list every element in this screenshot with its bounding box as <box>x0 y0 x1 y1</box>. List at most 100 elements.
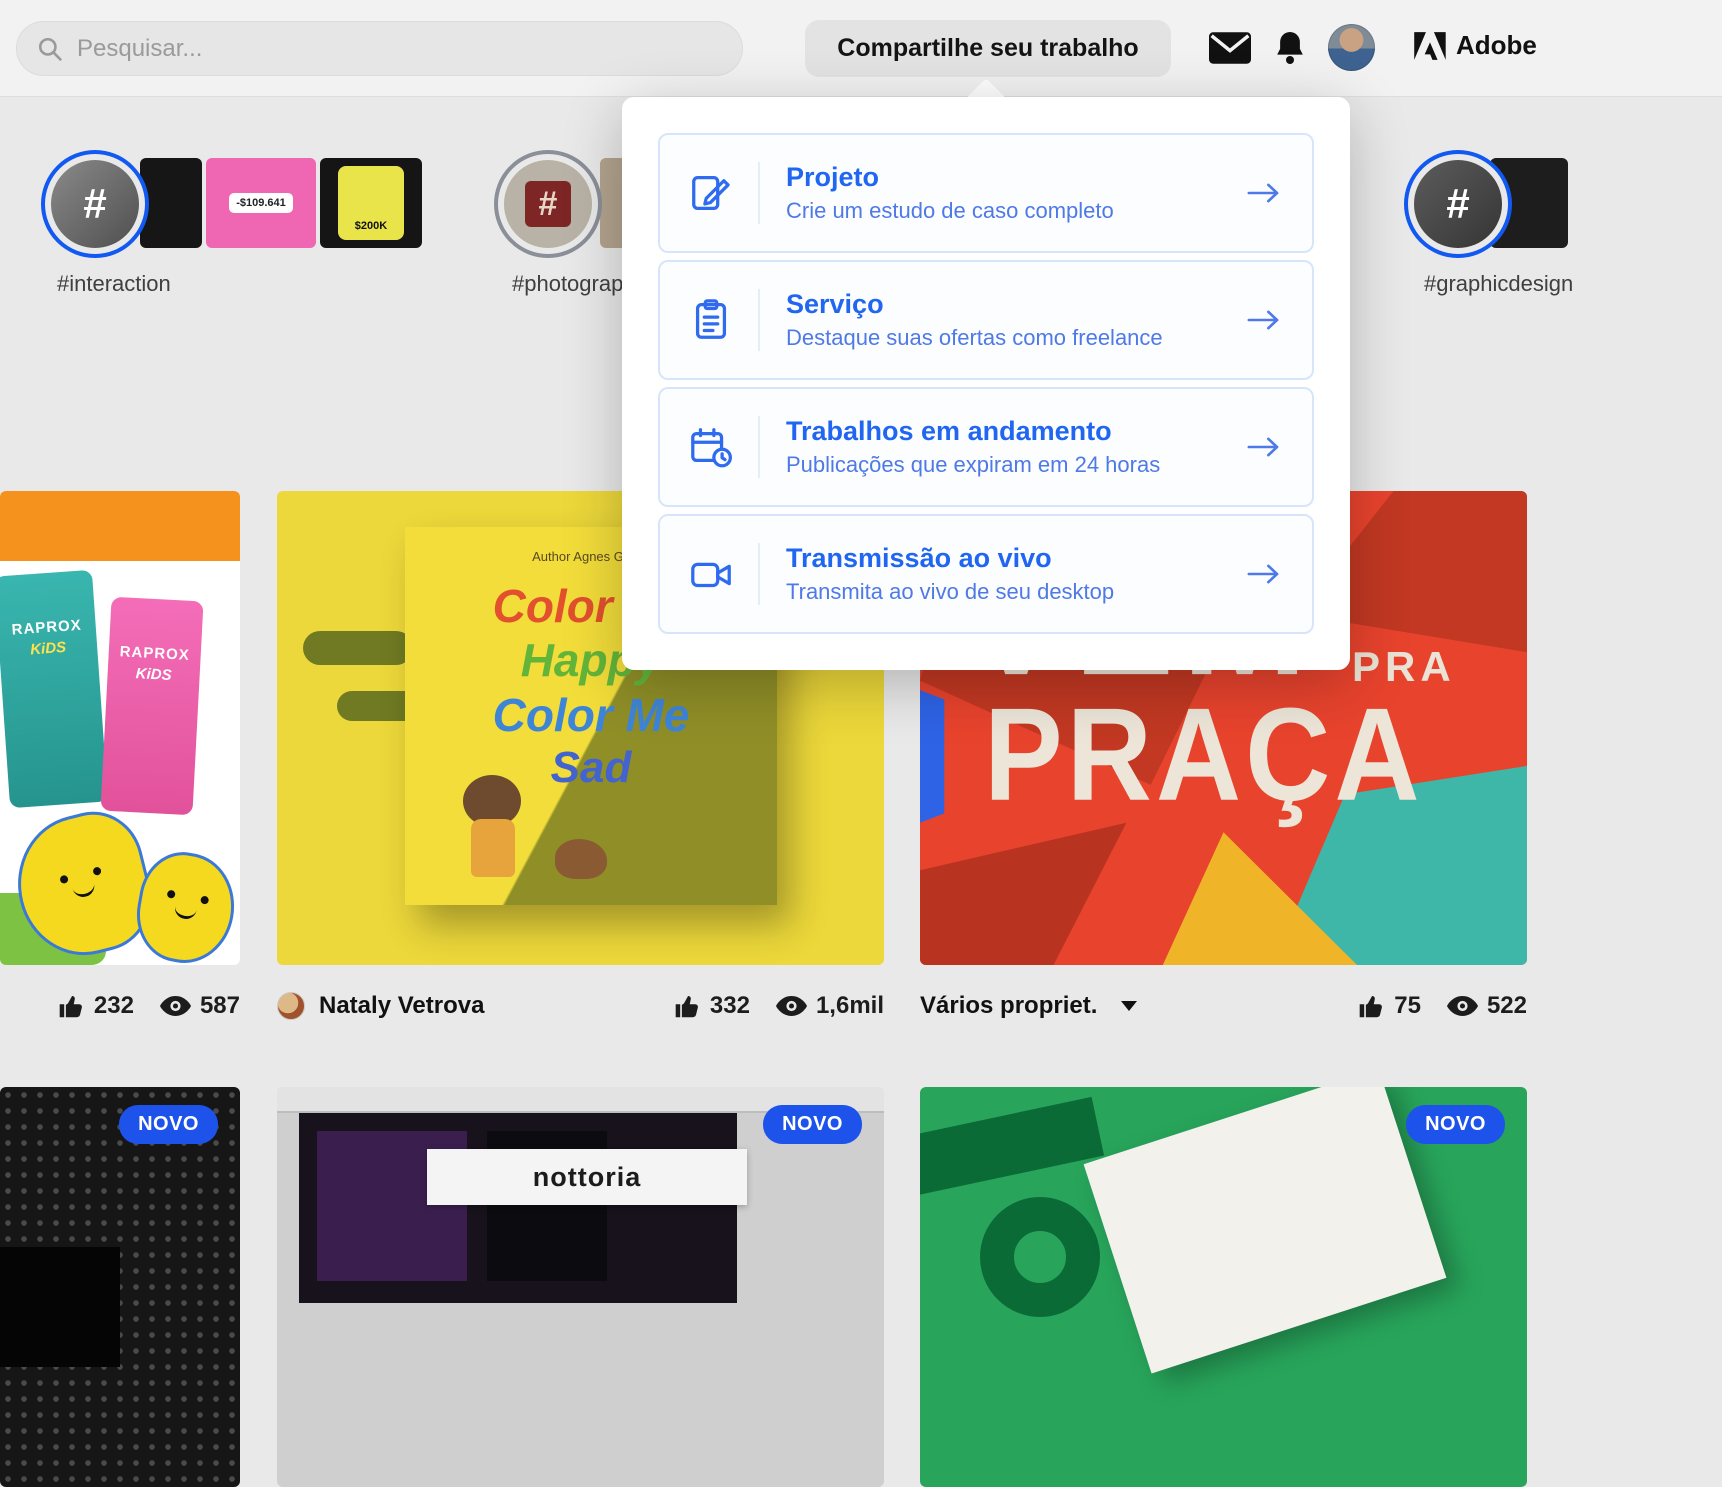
arrow-right-icon <box>1244 307 1284 333</box>
story-thumbnail[interactable] <box>140 158 202 248</box>
project-stats-row: 232 587 <box>0 988 240 1024</box>
project-card-dots[interactable]: NOVO <box>0 1087 240 1487</box>
search-bar[interactable] <box>16 21 743 76</box>
arrow-right-icon <box>1244 434 1284 460</box>
project-author[interactable]: Nataly Vetrova <box>277 992 484 1020</box>
adobe-brand[interactable]: Adobe <box>1414 30 1537 61</box>
menu-item-work-in-progress[interactable]: Trabalhos em andamento Publicações que e… <box>658 387 1314 507</box>
story-thumbnail[interactable]: -$109.641 <box>206 158 316 248</box>
messages-button[interactable] <box>1209 31 1251 65</box>
mail-icon <box>1209 31 1251 65</box>
multiple-owners-dropdown[interactable]: Vários propriet. <box>920 992 1137 1020</box>
artwork-shape <box>920 1097 1104 1197</box>
search-input[interactable] <box>63 35 724 63</box>
menu-item-subtitle: Crie um estudo de caso completo <box>786 198 1114 224</box>
menu-item-title: Trabalhos em andamento <box>786 416 1160 447</box>
story-circle-interaction[interactable]: # <box>41 150 149 258</box>
search-icon <box>37 36 63 62</box>
bell-icon <box>1274 27 1306 69</box>
menu-divider <box>758 543 760 605</box>
menu-item-project[interactable]: Projeto Crie um estudo de caso completo <box>658 133 1314 253</box>
menu-item-title: Transmissão ao vivo <box>786 543 1114 574</box>
artwork-shape <box>0 1247 120 1367</box>
menu-item-title: Serviço <box>786 289 1163 320</box>
hash-glyph: # <box>83 180 106 228</box>
thumb-price-label: -$109.641 <box>229 193 293 213</box>
views-stat: 522 <box>1447 992 1527 1020</box>
menu-divider <box>758 162 760 224</box>
top-navbar: Compartilhe seu trabalho Adobe <box>0 0 1722 97</box>
story-label-graphicdesign[interactable]: #graphicdesign <box>1424 271 1573 297</box>
menu-divider <box>758 416 760 478</box>
arrow-right-icon <box>1244 180 1284 206</box>
views-stat: 1,6mil <box>776 992 884 1020</box>
tube-brand-label: RAPROX <box>119 643 190 664</box>
chevron-down-icon <box>1121 1001 1137 1011</box>
notifications-button[interactable] <box>1274 27 1306 69</box>
likes-count: 332 <box>710 992 750 1020</box>
artwork-dog <box>555 839 607 879</box>
views-stat: 587 <box>160 992 240 1020</box>
tube-brand-label: RAPROX <box>11 617 82 639</box>
likes-stat[interactable]: 232 <box>58 992 134 1020</box>
story-circle-graphicdesign[interactable]: # <box>1404 150 1512 258</box>
hashtag-avatar: # <box>1414 160 1502 248</box>
book-title-line: Color Me <box>405 688 777 742</box>
menu-item-subtitle: Destaque suas ofertas como freelance <box>786 325 1163 351</box>
hash-glyph: # <box>525 181 571 227</box>
project-stats-row: Vários propriet. 75 522 <box>920 988 1527 1024</box>
artwork-shape <box>0 491 240 561</box>
artwork-shape <box>1084 1087 1447 1374</box>
project-icon <box>688 170 734 216</box>
hashtag-avatar: # <box>51 160 139 248</box>
menu-item-livestream[interactable]: Transmissão ao vivo Transmita ao vivo de… <box>658 514 1314 634</box>
author-name: Nataly Vetrova <box>319 992 484 1020</box>
adobe-brand-label: Adobe <box>1456 30 1537 61</box>
artwork-face <box>53 865 114 911</box>
artwork-banana <box>129 846 240 965</box>
artwork-child <box>471 819 515 877</box>
menu-item-subtitle: Publicações que expiram em 24 horas <box>786 452 1160 478</box>
store-sign: nottoria <box>427 1149 747 1205</box>
artwork-tube: RAPROX KiDS <box>100 597 203 816</box>
likes-count: 232 <box>94 992 134 1020</box>
share-work-menu: Projeto Crie um estudo de caso completo … <box>622 97 1350 670</box>
project-card-storefront[interactable]: nottoria NOVO <box>277 1087 884 1487</box>
thumbs-up-icon <box>1358 993 1385 1020</box>
menu-item-title: Projeto <box>786 162 1114 193</box>
menu-item-service[interactable]: Serviço Destaque suas ofertas como freel… <box>658 260 1314 380</box>
views-count: 587 <box>200 992 240 1020</box>
share-work-button[interactable]: Compartilhe seu trabalho <box>805 20 1171 77</box>
poster-word: PRAÇA <box>984 679 1424 831</box>
eye-icon <box>160 996 191 1016</box>
artwork-tube: RAPROX KiDS <box>0 570 108 808</box>
likes-count: 75 <box>1394 992 1421 1020</box>
book-title-line: Sad <box>405 742 777 794</box>
user-avatar[interactable] <box>1328 24 1375 71</box>
store-name-label: nottoria <box>533 1162 642 1193</box>
story-thumbnail[interactable]: $200K <box>320 158 422 248</box>
new-badge: NOVO <box>119 1105 218 1144</box>
thumbs-up-icon <box>674 993 701 1020</box>
hash-glyph: # <box>1446 180 1469 228</box>
menu-item-subtitle: Transmita ao vivo de seu desktop <box>786 579 1114 605</box>
artwork-face <box>156 889 215 932</box>
artwork-cloud <box>303 631 413 665</box>
thumb-phone-screen: $200K <box>338 166 404 240</box>
likes-stat[interactable]: 332 <box>674 992 750 1020</box>
project-card-toothpaste[interactable]: RAPROX KiDS RAPROX KiDS <box>0 491 240 965</box>
project-stats-row: Nataly Vetrova 332 1,6mil <box>277 988 884 1024</box>
tube-kids-label: KiDS <box>30 639 67 658</box>
adobe-logo-icon <box>1414 32 1446 60</box>
eye-icon <box>776 996 807 1016</box>
video-camera-icon <box>688 551 734 597</box>
menu-divider <box>758 289 760 351</box>
hashtag-avatar: # <box>504 160 592 248</box>
story-circle-photography[interactable]: # <box>494 150 602 258</box>
story-label-interaction[interactable]: #interaction <box>57 271 171 297</box>
owners-label: Vários propriet. <box>920 992 1097 1020</box>
project-card-green-book[interactable]: NOVO <box>920 1087 1527 1487</box>
calendar-clock-icon <box>688 424 734 470</box>
author-avatar <box>277 992 305 1020</box>
likes-stat[interactable]: 75 <box>1358 992 1421 1020</box>
